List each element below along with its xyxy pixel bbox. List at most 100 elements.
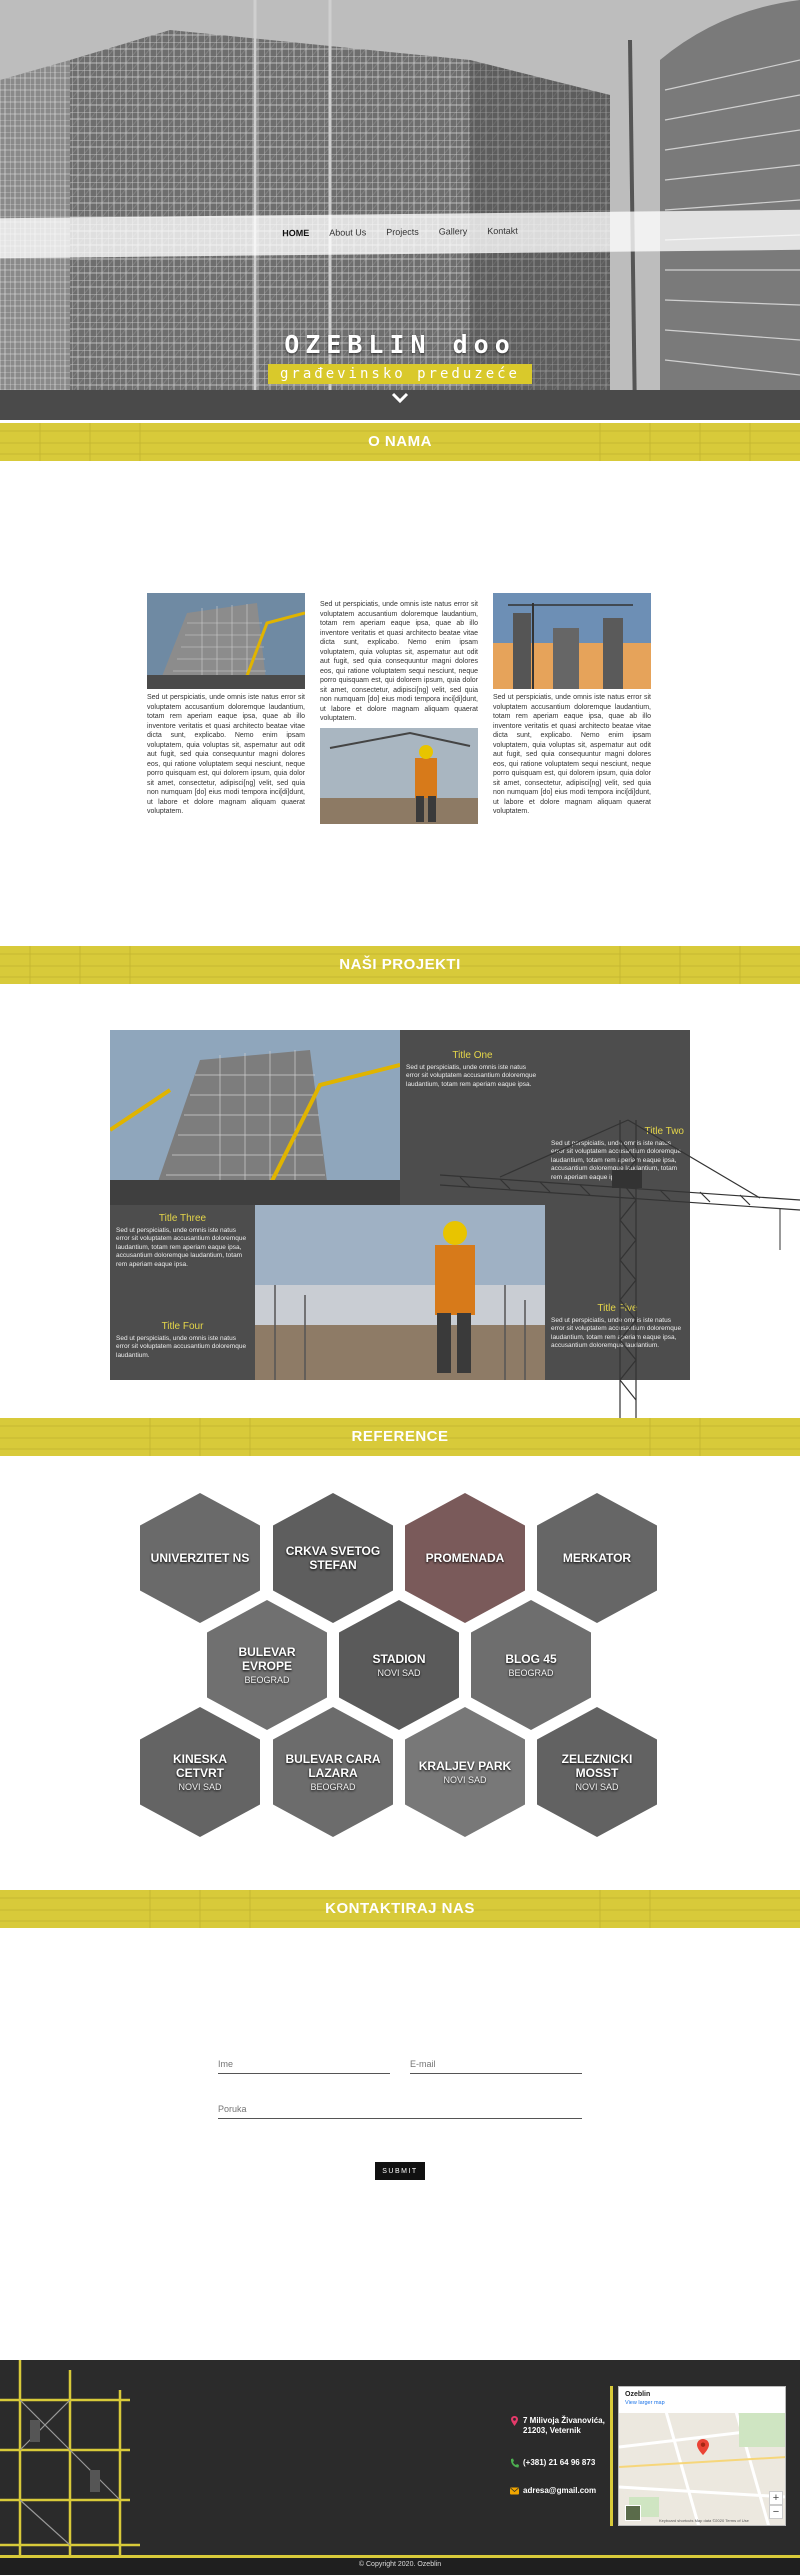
projects-banner: NAŠI PROJEKTI	[0, 946, 800, 984]
reference-hex-6[interactable]: STADION NOVI SAD	[339, 1600, 459, 1730]
project-text-1: Sed ut perspiciatis, unde omnis iste nat…	[406, 1063, 537, 1088]
map-satellite-toggle[interactable]	[625, 2505, 641, 2521]
reference-hex-2[interactable]: CRKVA SVETOG STEFAN	[273, 1493, 393, 1623]
project-title-3: Title Three	[158, 1213, 207, 1224]
map-zoom-in-button[interactable]: +	[769, 2491, 783, 2505]
nav-item-about-us[interactable]: About Us	[329, 227, 366, 237]
references-banner: REFERENCE	[0, 1418, 800, 1456]
name-input[interactable]	[218, 2055, 390, 2074]
reference-hex-10[interactable]: KRALJEV PARK NOVI SAD	[405, 1707, 525, 1837]
chevron-down-icon[interactable]	[390, 390, 410, 406]
reference-hex-8[interactable]: KINESKA CETVRT NOVI SAD	[140, 1707, 260, 1837]
message-input[interactable]	[218, 2100, 582, 2119]
reference-hex-1[interactable]: UNIVERZITET NS	[140, 1493, 260, 1623]
nav-item-gallery[interactable]: Gallery	[439, 226, 468, 236]
reference-city: NOVI SAD	[443, 1775, 487, 1785]
hero-subtitle-wrap: građevinsko preduzeće	[0, 364, 800, 384]
reference-title: KINESKA CETVRT	[172, 1752, 227, 1780]
about-banner: O NAMA	[0, 423, 800, 461]
project-image-2[interactable]	[255, 1205, 545, 1380]
about-text-2: Sed ut perspiciatis, unde omnis iste nat…	[320, 601, 478, 722]
location-pin-icon	[511, 2416, 518, 2426]
project-text-2: Sed ut perspiciatis, unde omnis iste nat…	[551, 1139, 682, 1181]
project-image-1[interactable]	[110, 1030, 400, 1205]
project-card-4[interactable]: Title Four Sed ut perspiciatis, unde omn…	[110, 1293, 255, 1380]
footer-divider	[610, 2386, 613, 2526]
reference-title: PROMENADA	[425, 1551, 505, 1565]
map-title: Ozeblin	[625, 2391, 651, 2398]
reference-city: BEOGRAD	[508, 1668, 554, 1678]
address-line-1: 7 Milivoja Živanovića,	[523, 2416, 605, 2425]
footer-email[interactable]: adresa@gmail.com	[510, 2486, 596, 2496]
nav-item-projects[interactable]: Projects	[386, 227, 419, 237]
hero-title: OZEBLIN doo	[284, 330, 516, 359]
about-column-1: Sed ut perspiciatis, unde omnis iste nat…	[147, 593, 305, 817]
hero-section: HOME About Us Projects Gallery Kontakt O…	[0, 0, 800, 420]
about-column-2: Sed ut perspiciatis, unde omnis iste nat…	[320, 600, 478, 824]
email-address: adresa@gmail.com	[523, 2486, 597, 2495]
reference-title: BULEVAR CARA LAZARA	[285, 1752, 381, 1780]
project-text-3: Sed ut perspiciatis, unde omnis iste nat…	[116, 1226, 247, 1268]
hero-subtitle: građevinsko preduzeće	[267, 364, 532, 384]
project-card-1[interactable]: Title One Sed ut perspiciatis, unde omni…	[400, 1030, 545, 1205]
map-header: Ozeblin View larger map	[619, 2387, 785, 2413]
reference-title: KRALJEV PARK	[418, 1759, 512, 1773]
reference-hex-3[interactable]: PROMENADA	[405, 1493, 525, 1623]
map-marker-icon[interactable]	[697, 2439, 709, 2455]
mail-icon	[510, 2487, 519, 2495]
section-title-contact: KONTAKTIRAJ NAS	[325, 1900, 475, 1917]
address-line-2: 21203, Veternik	[523, 2426, 581, 2435]
map-attribution: Keyboard shortcuts Map data ©2020 Terms …	[659, 2518, 749, 2523]
reference-title: CRKVA SVETOG STEFAN	[285, 1544, 381, 1572]
about-text-1: Sed ut perspiciatis, unde omnis iste nat…	[147, 694, 305, 815]
phone-icon	[510, 2458, 519, 2468]
reference-city: NOVI SAD	[575, 1782, 619, 1792]
reference-title: ZELEZNICKI MOSST	[561, 1752, 633, 1780]
project-card-2[interactable]: Title Two Sed ut perspiciatis, unde omni…	[545, 1030, 690, 1205]
reference-hex-9[interactable]: BULEVAR CARA LAZARA BEOGRAD	[273, 1707, 393, 1837]
section-title-projects: NAŠI PROJEKTI	[339, 956, 461, 973]
reference-hex-7[interactable]: BLOG 45 BEOGRAD	[471, 1600, 591, 1730]
reference-hex-5[interactable]: BULEVAR EVROPE BEOGRAD	[207, 1600, 327, 1730]
project-title-1: Title One	[452, 1050, 493, 1061]
reference-title: BLOG 45	[505, 1652, 557, 1666]
map-widget[interactable]: Ozeblin View larger map + − Keyboard sho…	[618, 2386, 786, 2526]
copyright-accent-line	[0, 2555, 800, 2558]
copyright-bar: © Copyright 2020. Ozeblin	[0, 2555, 800, 2575]
copyright-text: © Copyright 2020. Ozeblin	[358, 2561, 442, 2568]
project-title-5: Title Five	[597, 1303, 638, 1314]
reference-city: BEOGRAD	[244, 1675, 290, 1685]
reference-city: NOVI SAD	[178, 1782, 222, 1792]
about-image-1	[147, 593, 305, 689]
nav-item-kontakt[interactable]: Kontakt	[487, 226, 518, 236]
email-input[interactable]	[410, 2055, 582, 2074]
section-title-about: O NAMA	[368, 433, 432, 450]
projects-grid: Title One Sed ut perspiciatis, unde omni…	[110, 1030, 690, 1380]
section-title-references: REFERENCE	[351, 1428, 449, 1445]
reference-city: BEOGRAD	[310, 1782, 356, 1792]
submit-button[interactable]: SUBMIT	[375, 2162, 425, 2180]
about-image-3	[493, 593, 651, 689]
reference-title: BULEVAR EVROPE	[238, 1645, 296, 1673]
reference-hex-11[interactable]: ZELEZNICKI MOSST NOVI SAD	[537, 1707, 657, 1837]
project-text-4: Sed ut perspiciatis, unde omnis iste nat…	[116, 1334, 247, 1359]
project-text-5: Sed ut perspiciatis, unde omnis iste nat…	[551, 1316, 682, 1350]
map-zoom-out-button[interactable]: −	[769, 2505, 783, 2519]
nav-item-home[interactable]: HOME	[282, 228, 309, 238]
about-text-3: Sed ut perspiciatis, unde omnis iste nat…	[493, 694, 651, 815]
phone-number: (+381) 21 64 96 873	[523, 2458, 596, 2467]
project-card-3[interactable]: Title Three Sed ut perspiciatis, unde om…	[110, 1205, 255, 1293]
footer-phone[interactable]: (+381) 21 64 96 873	[510, 2458, 595, 2468]
map-larger-link[interactable]: View larger map	[625, 2400, 781, 2406]
reference-title: UNIVERZITET NS	[150, 1551, 250, 1565]
project-card-5[interactable]: Title Five Sed ut perspiciatis, unde omn…	[545, 1205, 690, 1380]
project-title-2: Title Two	[644, 1126, 684, 1137]
reference-city: NOVI SAD	[377, 1668, 421, 1678]
reference-hex-4[interactable]: MERKATOR	[537, 1493, 657, 1623]
contact-banner: KONTAKTIRAJ NAS	[0, 1890, 800, 1928]
reference-title: MERKATOR	[562, 1551, 632, 1565]
footer-address: 7 Milivoja Živanovića, 21203, Veternik	[510, 2416, 605, 2436]
footer-scaffold-image	[0, 2360, 200, 2555]
project-title-4: Title Four	[161, 1321, 204, 1332]
reference-title: STADION	[372, 1652, 426, 1666]
